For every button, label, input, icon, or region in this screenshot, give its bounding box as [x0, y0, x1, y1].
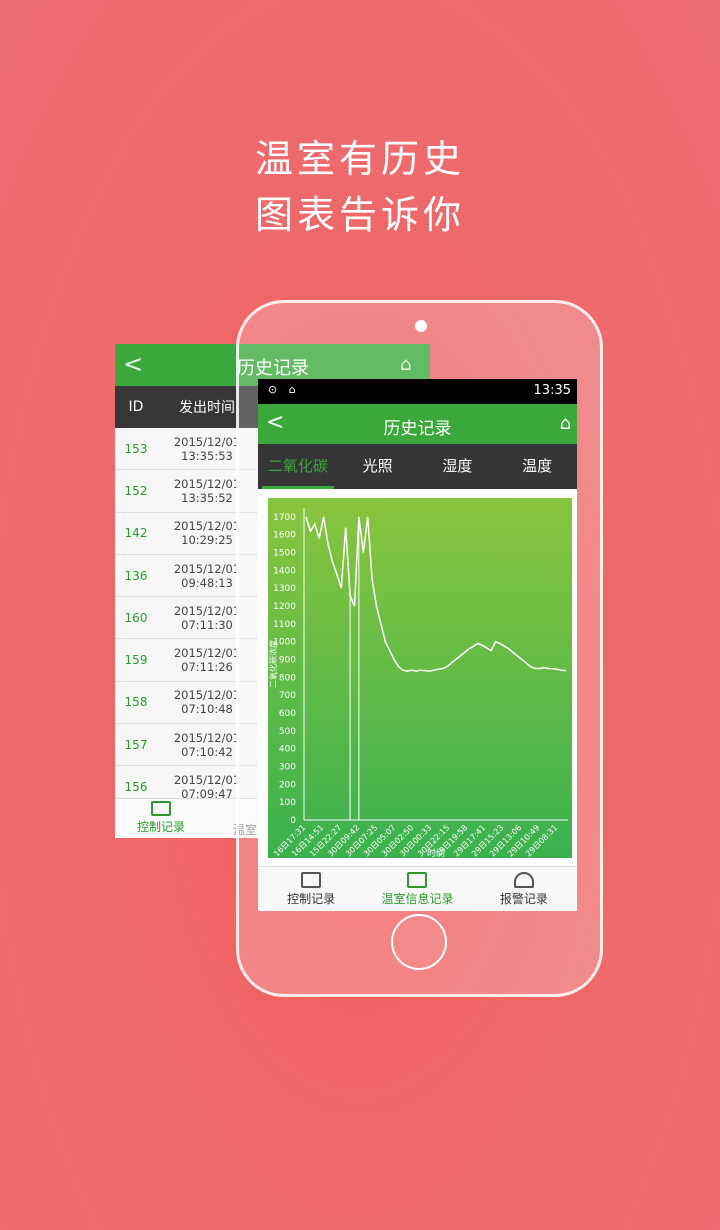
sensor-tabs: 二氧化碳 光照 湿度 温度 [258, 444, 577, 489]
tab-light[interactable]: 光照 [338, 444, 418, 489]
row-date: 2015/12/01 [173, 646, 241, 661]
status-time: 13:35 [533, 383, 571, 398]
row-clock: 07:11:26 [181, 660, 233, 675]
phone-home-button[interactable] [391, 914, 447, 970]
nav-info-label: 温室信息记录 [381, 892, 454, 906]
y-tick-label: 600 [279, 709, 296, 719]
row-date: 2015/12/01 [173, 688, 241, 703]
headline-line2: 图表告诉你 [254, 193, 465, 237]
row-clock: 09:48:13 [181, 575, 233, 590]
status-left-icons: ⊙ ⌂ [268, 383, 300, 396]
nav-control-label: 控制记录 [287, 892, 336, 906]
row-date: 2015/12/01 [173, 561, 241, 576]
tab-temperature[interactable]: 温度 [497, 444, 577, 489]
y-tick-label: 1500 [273, 549, 296, 559]
y-tick-label: 500 [279, 727, 296, 737]
row-date: 2015/12/01 [173, 476, 241, 491]
row-clock: 13:35:53 [181, 448, 233, 463]
camera-dot [415, 320, 427, 332]
row-date: 2015/12/01 [173, 773, 241, 788]
row-id: 142 [124, 526, 148, 541]
alarm-icon [513, 872, 534, 888]
y-tick-label: 1700 [273, 513, 296, 523]
row-id: 153 [124, 441, 148, 456]
app-bar: < 历史记录 ⌂ [258, 404, 577, 444]
y-tick-label: 1600 [273, 531, 296, 541]
status-bar: ⊙ ⌂ 13:35 [258, 379, 577, 404]
chart-svg: 0100200300400500600700800900100011001200… [268, 508, 568, 858]
x-axis-label: 时间 [427, 847, 445, 858]
row-id: 158 [124, 695, 148, 710]
tab-humidity[interactable]: 湿度 [418, 444, 498, 489]
back-icon[interactable]: < [123, 350, 143, 378]
row-clock: 07:10:48 [181, 702, 233, 717]
col-id: ID [128, 399, 144, 415]
y-tick-label: 100 [279, 798, 296, 808]
nav-alarm-records[interactable]: 报警记录 [471, 867, 577, 911]
y-tick-label: 800 [279, 673, 296, 683]
row-clock: 13:35:52 [181, 490, 233, 505]
row-id: 136 [124, 568, 148, 583]
row-clock: 10:29:25 [181, 533, 233, 548]
list-icon [407, 872, 428, 888]
nav-alarm-label: 报警记录 [499, 892, 548, 906]
y-axis-label: 二氧化碳浓度 [268, 640, 278, 688]
headline-line1: 温室有历史 [254, 137, 465, 181]
row-clock: 07:10:42 [181, 744, 233, 759]
bottom-nav: 控制记录 温室信息记录 报警记录 [258, 866, 577, 911]
y-tick-label: 1100 [273, 620, 296, 630]
y-tick-label: 1300 [273, 584, 296, 594]
row-id: 152 [124, 483, 148, 498]
row-id: 159 [124, 653, 148, 668]
y-tick-label: 300 [279, 763, 296, 773]
bg-nav-control-label: 控制记录 [136, 820, 185, 834]
row-date: 2015/12/01 [173, 519, 241, 534]
nav-greenhouse-info[interactable]: 温室信息记录 [364, 867, 470, 911]
monitor-icon [151, 801, 171, 816]
y-tick-label: 0 [290, 816, 296, 826]
row-id: 157 [124, 737, 148, 752]
bg-nav-control[interactable]: 控制记录 [131, 801, 191, 835]
y-tick-label: 700 [279, 691, 296, 701]
tab-co2[interactable]: 二氧化碳 [258, 444, 338, 489]
row-date: 2015/12/01 [173, 434, 241, 449]
co2-chart: 0 100 200 300 400 500 600 700 800 900 1000 1100 1200… [268, 498, 572, 858]
row-date: 2015/12/01 [173, 603, 241, 618]
co2-series-line [305, 516, 567, 672]
home-icon[interactable]: ⌂ [560, 413, 571, 434]
row-clock: 07:11:30 [181, 617, 233, 632]
y-tick-label: 400 [279, 745, 296, 755]
y-tick-label: 200 [279, 780, 296, 790]
app-screen: ⊙ ⌂ 13:35 < 历史记录 ⌂ 二氧化碳 光照 湿度 温度 0 100 200… [258, 379, 577, 911]
monitor-icon [301, 872, 322, 888]
y-tick-label: 900 [279, 656, 296, 666]
page-title: 历史记录 [383, 419, 452, 439]
nav-control-records[interactable]: 控制记录 [258, 867, 364, 911]
row-id: 160 [124, 610, 148, 625]
y-tick-label: 1400 [273, 566, 296, 576]
row-id: 156 [124, 780, 148, 795]
y-tick-label: 1200 [273, 602, 296, 612]
row-date: 2015/12/01 [173, 730, 241, 745]
